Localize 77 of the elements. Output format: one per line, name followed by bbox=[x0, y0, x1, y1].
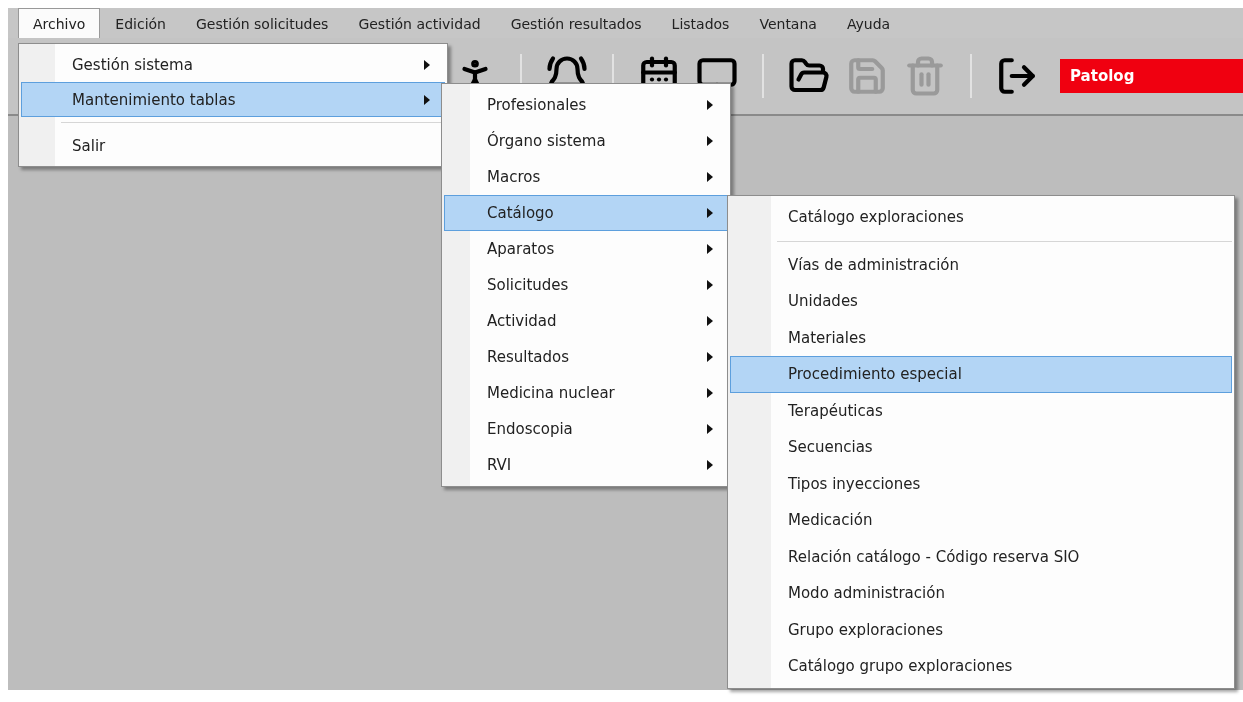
submenu-arrow-icon bbox=[707, 460, 713, 470]
menu-item-label: Gestión sistema bbox=[72, 55, 193, 74]
menu-item[interactable]: Catálogo bbox=[444, 195, 728, 231]
menu-item[interactable]: Solicitudes bbox=[444, 267, 728, 303]
menu-item-label: Mantenimiento tablas bbox=[72, 90, 236, 109]
submenu-arrow-icon bbox=[707, 388, 713, 398]
menu-item[interactable]: Órgano sistema bbox=[444, 123, 728, 159]
menu-item-label: Unidades bbox=[788, 292, 858, 311]
menu-item-label: Secuencias bbox=[788, 438, 873, 457]
menu-title[interactable]: Listados bbox=[656, 8, 745, 38]
menu-item[interactable]: Profesionales bbox=[444, 87, 728, 123]
menu-item[interactable]: Tipos inyecciones bbox=[730, 465, 1232, 502]
menu-item[interactable]: Gestión sistema bbox=[21, 47, 445, 82]
menu-item-label: Terapéuticas bbox=[788, 401, 883, 420]
menu-title[interactable]: Ventana bbox=[744, 8, 832, 38]
menu-item[interactable]: Unidades bbox=[730, 283, 1232, 320]
exit-door-icon[interactable] bbox=[996, 55, 1038, 97]
menu-item-label: Catálogo bbox=[487, 204, 554, 222]
menu-item[interactable]: Medicina nuclear bbox=[444, 375, 728, 411]
submenu-arrow-icon bbox=[707, 172, 713, 182]
menu-item[interactable]: Secuencias bbox=[730, 429, 1232, 466]
menu-item-label: Materiales bbox=[788, 328, 866, 347]
menu-item-label: Medicación bbox=[788, 511, 873, 530]
menu-item-label: Catálogo exploraciones bbox=[788, 208, 964, 227]
menu-item[interactable]: Salir bbox=[21, 128, 445, 163]
menu-item-label: Resultados bbox=[487, 348, 570, 366]
menu-item-label: Endoscopia bbox=[487, 420, 573, 438]
menu-item-label: Vías de administración bbox=[788, 255, 960, 274]
menu-item-label: Medicina nuclear bbox=[487, 384, 615, 402]
menu-item-label: Catálogo grupo exploraciones bbox=[788, 657, 1013, 676]
menu-item-label: Profesionales bbox=[487, 96, 587, 114]
menu-title[interactable]: Ayuda bbox=[831, 8, 906, 38]
menu-item-label: RVI bbox=[487, 456, 512, 474]
menu-item[interactable]: RVI bbox=[444, 447, 728, 483]
menu-title[interactable]: Gestión solicitudes bbox=[181, 8, 344, 38]
submenu-arrow-icon bbox=[707, 352, 713, 362]
submenu-arrow-icon bbox=[707, 208, 713, 218]
menu-title[interactable]: Archivo bbox=[18, 8, 101, 38]
menu-item[interactable]: Medicación bbox=[730, 502, 1232, 539]
menu-item-label: Tipos inyecciones bbox=[788, 474, 921, 493]
submenu-arrow-icon bbox=[707, 136, 713, 146]
menu-title[interactable]: Gestión actividad bbox=[343, 8, 496, 38]
menu-item-label: Macros bbox=[487, 168, 541, 186]
menu-item[interactable]: Procedimiento especial bbox=[730, 356, 1232, 393]
submenu-arrow-icon bbox=[707, 244, 713, 254]
menu-item[interactable]: Catálogo exploraciones bbox=[730, 199, 1232, 236]
submenu-arrow-icon bbox=[707, 316, 713, 326]
menu-item[interactable]: Resultados bbox=[444, 339, 728, 375]
submenu-arrow-icon bbox=[424, 94, 430, 105]
menu-item[interactable]: Grupo exploraciones bbox=[730, 611, 1232, 648]
menu-item[interactable]: Terapéuticas bbox=[730, 392, 1232, 429]
menu-item[interactable]: Aparatos bbox=[444, 231, 728, 267]
menu-item-label: Solicitudes bbox=[487, 276, 569, 294]
menu-item-label: Salir bbox=[72, 136, 106, 155]
menu-item-label: Órgano sistema bbox=[487, 132, 606, 150]
menu-item-label: Relación catálogo - Código reserva SIO bbox=[788, 547, 1080, 566]
menu-item-label: Procedimiento especial bbox=[788, 365, 962, 384]
menu-item-label: Aparatos bbox=[487, 240, 555, 258]
submenu-arrow-icon bbox=[707, 280, 713, 290]
menu-item[interactable]: Actividad bbox=[444, 303, 728, 339]
menu-item[interactable]: Relación catálogo - Código reserva SIO bbox=[730, 538, 1232, 575]
menu-item-label: Grupo exploraciones bbox=[788, 620, 943, 639]
menu-item[interactable]: Endoscopia bbox=[444, 411, 728, 447]
menu-item[interactable]: Macros bbox=[444, 159, 728, 195]
menu-item[interactable]: Modo administración bbox=[730, 575, 1232, 612]
submenu-arrow-icon bbox=[424, 59, 430, 70]
menu-item[interactable]: Materiales bbox=[730, 319, 1232, 356]
module-badge: Patolog bbox=[1060, 59, 1243, 93]
menu-item-label: Modo administración bbox=[788, 584, 945, 603]
menu-title[interactable]: Edición bbox=[100, 8, 181, 38]
menu-item[interactable]: Mantenimiento tablas bbox=[21, 82, 445, 117]
menu-item-label: Actividad bbox=[487, 312, 557, 330]
submenu-arrow-icon bbox=[707, 424, 713, 434]
menu-item[interactable]: Vías de administración bbox=[730, 246, 1232, 283]
submenu-arrow-icon bbox=[707, 100, 713, 110]
menu-title[interactable]: Gestión resultados bbox=[495, 8, 657, 38]
menu-item[interactable]: Catálogo grupo exploraciones bbox=[730, 648, 1232, 685]
